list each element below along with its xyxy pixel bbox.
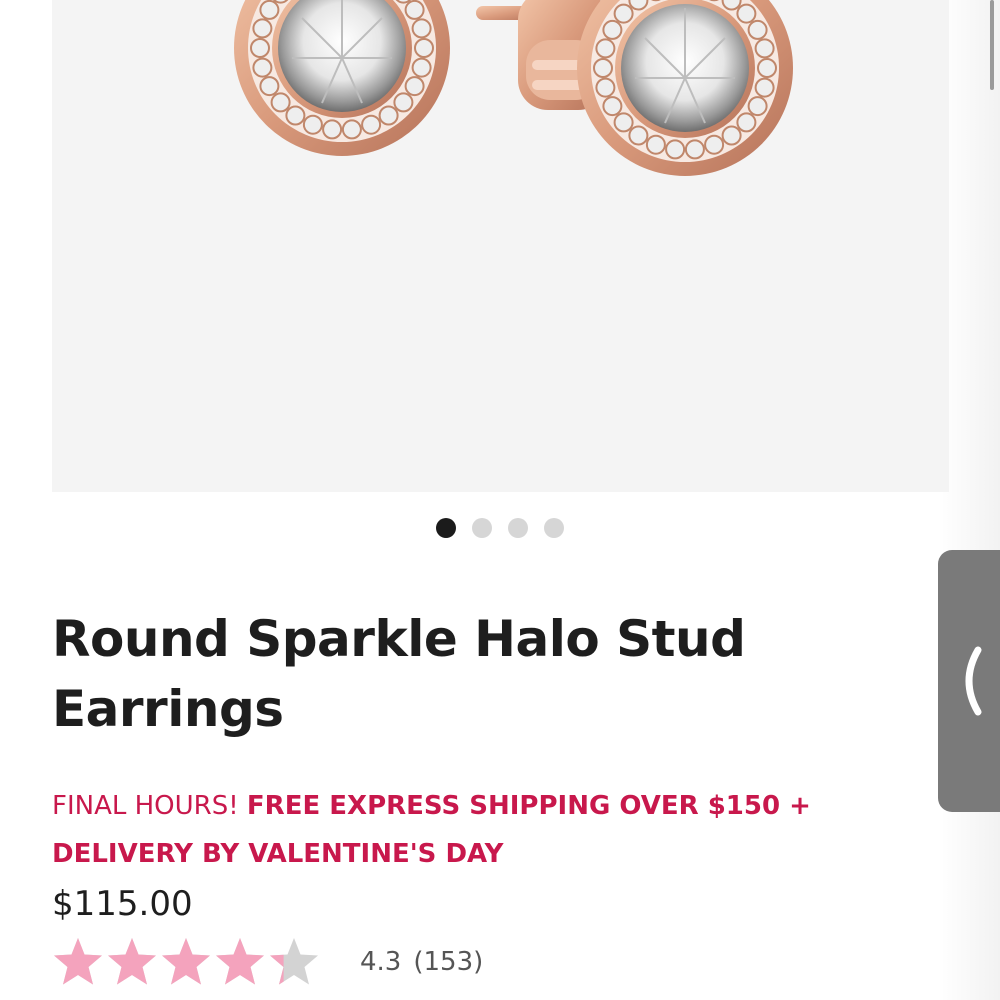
halo-stone bbox=[411, 57, 432, 78]
rating-stars bbox=[52, 936, 320, 988]
halo-stone bbox=[747, 96, 768, 117]
carousel-dot-3[interactable] bbox=[508, 518, 528, 538]
halo-stone bbox=[645, 134, 666, 155]
product-image-gallery[interactable] bbox=[52, 0, 949, 492]
rating-value: 4.3 bbox=[360, 947, 402, 977]
halo-stone bbox=[285, 105, 306, 126]
star-icon bbox=[216, 938, 264, 985]
star-icon bbox=[54, 938, 102, 985]
halo-stone bbox=[628, 0, 649, 11]
left-earring bbox=[234, 0, 450, 156]
halo-stone bbox=[302, 114, 323, 135]
halo-stone bbox=[411, 18, 432, 39]
carousel-dot-1[interactable] bbox=[436, 518, 456, 538]
halo-stone bbox=[757, 58, 777, 78]
halo-stone bbox=[736, 3, 757, 24]
halo-stone bbox=[414, 38, 434, 58]
promo-lead: FINAL HOURS! bbox=[52, 791, 239, 821]
halo-stone bbox=[593, 58, 613, 78]
halo-stone bbox=[361, 114, 382, 135]
star-icon bbox=[270, 938, 318, 985]
halo-stone bbox=[628, 125, 649, 146]
halo-stone bbox=[754, 38, 775, 59]
halo-stone bbox=[602, 19, 623, 40]
edge-shade bbox=[940, 0, 1000, 1000]
product-rating[interactable]: 4.3 (153) bbox=[52, 934, 483, 990]
halo-stone bbox=[322, 119, 343, 140]
halo-stone bbox=[404, 76, 425, 97]
chevron-right-icon[interactable] bbox=[945, 40, 949, 96]
halo-stone bbox=[270, 92, 291, 113]
product-page: Round Sparkle Halo Stud Earrings FINAL H… bbox=[0, 0, 1000, 1000]
halo-stone bbox=[393, 92, 414, 113]
star-icon bbox=[162, 938, 210, 985]
halo-stone bbox=[721, 125, 742, 146]
product-price: $115.00 bbox=[52, 884, 193, 924]
halo-stone bbox=[747, 19, 768, 40]
halo-stone bbox=[252, 57, 273, 78]
halo-stone bbox=[404, 0, 425, 20]
halo-stone bbox=[378, 105, 399, 126]
halo-stone bbox=[341, 119, 362, 140]
halo-stone bbox=[595, 77, 616, 98]
right-earring bbox=[577, 0, 793, 176]
halo-stone bbox=[602, 96, 623, 117]
halo-stone bbox=[250, 38, 270, 58]
halo-stone bbox=[252, 18, 273, 39]
carousel-dot-4[interactable] bbox=[544, 518, 564, 538]
review-count[interactable]: (153) bbox=[413, 947, 483, 977]
carousel-indicator bbox=[436, 518, 564, 538]
chevron-left-icon bbox=[965, 646, 982, 716]
side-panel-tab[interactable] bbox=[938, 550, 1000, 812]
product-title: Round Sparkle Halo Stud Earrings bbox=[52, 610, 746, 738]
halo-stone bbox=[704, 134, 725, 155]
halo-stone bbox=[259, 76, 280, 97]
halo-stone bbox=[736, 112, 757, 133]
halo-stone bbox=[595, 38, 616, 59]
halo-stone bbox=[613, 3, 634, 24]
scrollbar[interactable] bbox=[990, 0, 994, 90]
halo-stone bbox=[613, 112, 634, 133]
carousel-dot-2[interactable] bbox=[472, 518, 492, 538]
halo-stone bbox=[684, 139, 705, 160]
star-icon bbox=[108, 938, 156, 985]
shipping-promo: FINAL HOURS! FREE EXPRESS SHIPPING OVER … bbox=[52, 782, 872, 878]
product-image bbox=[234, 0, 793, 176]
halo-stone bbox=[259, 0, 280, 20]
halo-stone bbox=[721, 0, 742, 11]
halo-stone bbox=[754, 77, 775, 98]
halo-stone bbox=[665, 139, 686, 160]
